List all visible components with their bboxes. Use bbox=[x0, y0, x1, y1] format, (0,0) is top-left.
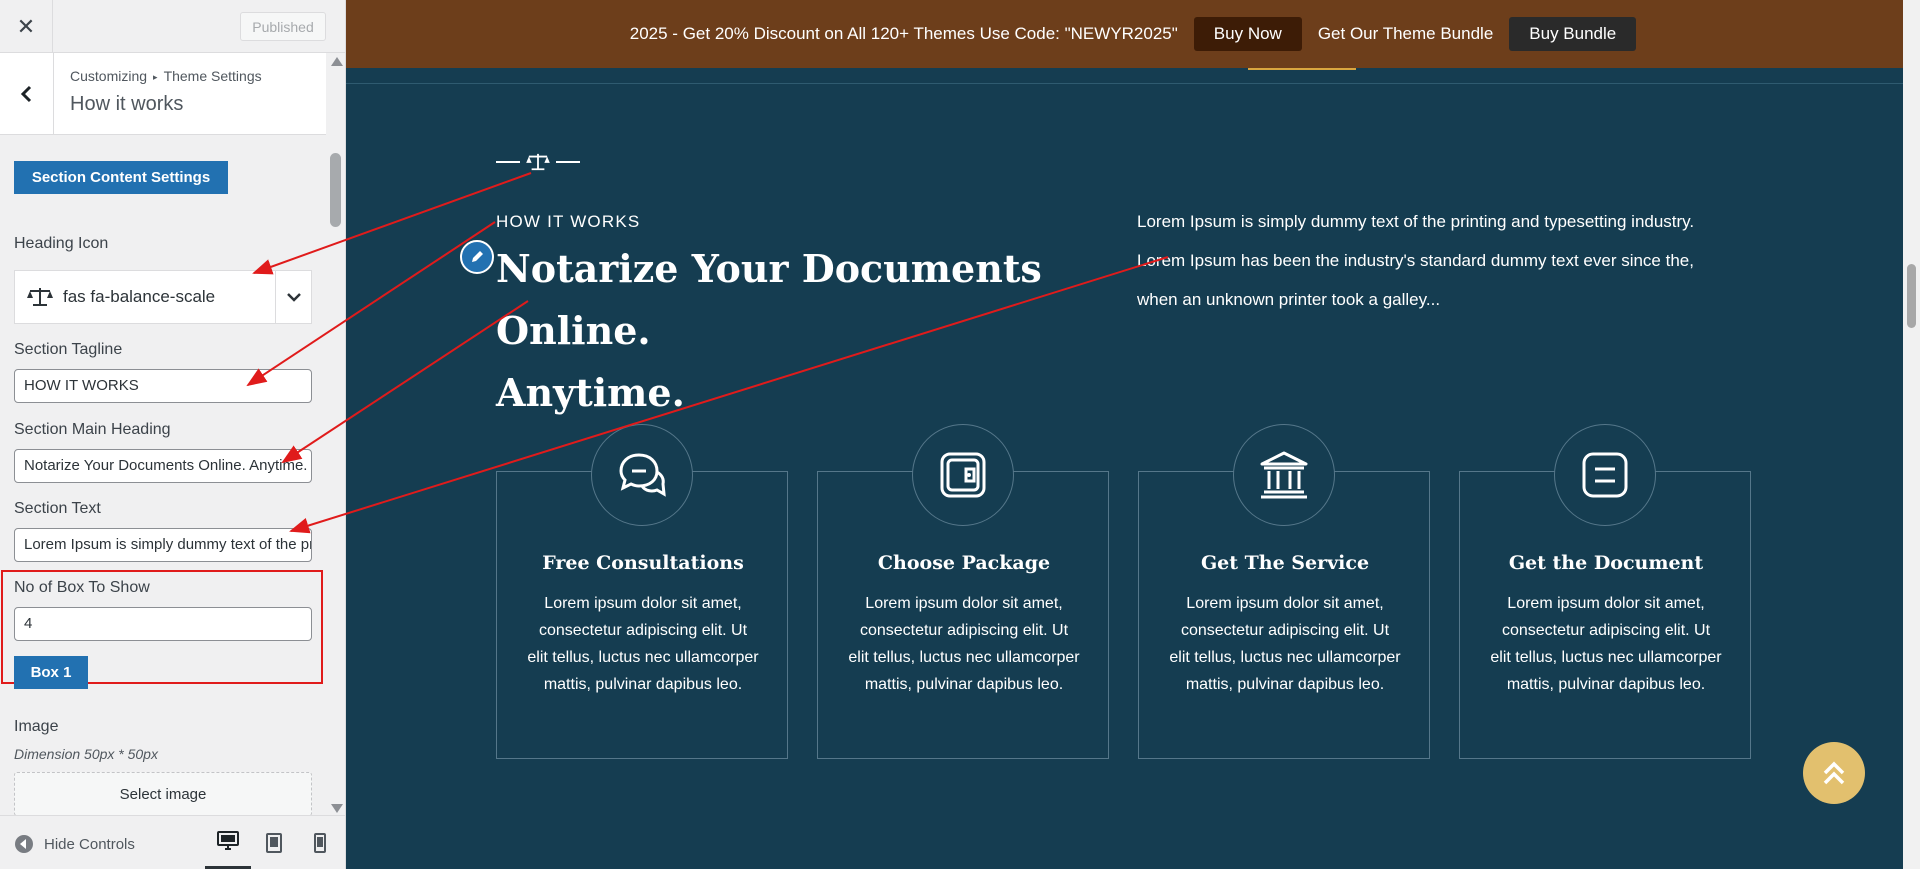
feature-icon-circle bbox=[1554, 424, 1656, 526]
hide-controls-label: Hide Controls bbox=[44, 835, 135, 853]
collapse-circle-icon bbox=[15, 835, 33, 853]
pencil-icon bbox=[472, 251, 483, 262]
scroll-down-arrow-icon[interactable] bbox=[331, 804, 343, 813]
section-main-heading: Notarize Your Documents Online. Anytime. bbox=[496, 238, 1096, 424]
buy-bundle-button[interactable]: Buy Bundle bbox=[1509, 17, 1637, 51]
section-main-heading-input[interactable]: Notarize Your Documents Online. Anytime. bbox=[14, 449, 312, 483]
promo-text: 2025 - Get 20% Discount on All 120+ Them… bbox=[629, 24, 1178, 43]
bundle-text: Get Our Theme Bundle bbox=[1317, 24, 1494, 43]
select-image-button[interactable]: Select image bbox=[14, 772, 312, 815]
feature-text: Lorem ipsum dolor sit amet, consectetur … bbox=[1490, 595, 1722, 693]
panel-title: How it works bbox=[70, 93, 184, 115]
feature-icon-circle bbox=[591, 424, 693, 526]
panel-content: Section Content Settings Heading Icon fa… bbox=[0, 135, 326, 815]
bank-icon bbox=[1260, 451, 1308, 499]
buy-now-button[interactable]: Buy Now bbox=[1193, 17, 1302, 51]
device-desktop-button[interactable] bbox=[205, 816, 251, 869]
section-text-label: Section Text bbox=[14, 500, 101, 517]
section-text: Lorem Ipsum is simply dummy text of the … bbox=[1137, 202, 1757, 319]
feature-icon-circle bbox=[1233, 424, 1335, 526]
header-strip bbox=[346, 68, 1920, 84]
feature-text: Lorem ipsum dolor sit amet, consectetur … bbox=[527, 595, 759, 693]
scroll-up-arrow-icon[interactable] bbox=[331, 57, 343, 66]
section-text-input[interactable]: Lorem Ipsum is simply dummy text of the … bbox=[14, 528, 312, 562]
customizer-topbar: ✕ Published bbox=[0, 0, 345, 53]
section-tagline-label: Section Tagline bbox=[14, 341, 123, 358]
close-icon: ✕ bbox=[16, 13, 36, 39]
heading-icon-label: Heading Icon bbox=[14, 235, 109, 252]
box-count-label: No of Box To Show bbox=[14, 579, 150, 596]
section-text-line-2: Lorem Ipsum has been the industry's stan… bbox=[1137, 251, 1694, 270]
panel-header: Customizing ▸ Theme Settings How it works bbox=[0, 53, 326, 135]
section-heading-icon bbox=[496, 152, 580, 172]
feature-title: Free Consultations bbox=[542, 552, 744, 574]
section-text-line-1: Lorem Ipsum is simply dummy text of the … bbox=[1137, 212, 1695, 231]
double-chevron-up-icon bbox=[1823, 761, 1845, 785]
edit-shortcut-button[interactable] bbox=[460, 240, 494, 274]
sidebar-scroll-thumb[interactable] bbox=[330, 153, 341, 227]
promo-bar: 2025 - Get 20% Discount on All 120+ Them… bbox=[346, 0, 1920, 68]
section-main-heading-label: Section Main Heading bbox=[14, 421, 171, 438]
breadcrumb-root: Customizing bbox=[70, 68, 148, 84]
customizer-footer: Hide Controls bbox=[0, 815, 345, 869]
breadcrumb-parent: Theme Settings bbox=[163, 68, 262, 84]
chevron-left-icon bbox=[20, 85, 31, 103]
device-tablet-button[interactable] bbox=[251, 816, 297, 869]
header-accent-line bbox=[1248, 68, 1356, 70]
device-mobile-button[interactable] bbox=[297, 816, 343, 869]
scroll-to-top-button[interactable] bbox=[1803, 742, 1865, 804]
chevron-down-icon bbox=[286, 293, 301, 302]
close-button[interactable]: ✕ bbox=[0, 0, 53, 53]
section-tagline: HOW IT WORKS bbox=[496, 212, 641, 231]
balance-scale-icon bbox=[526, 153, 550, 171]
heading-icon-line-left bbox=[496, 161, 520, 163]
breadcrumb-separator-icon: ▸ bbox=[153, 72, 158, 82]
heading-line-2: Anytime. bbox=[496, 370, 685, 415]
preview-scroll-thumb[interactable] bbox=[1907, 264, 1916, 328]
image-label: Image bbox=[14, 718, 59, 735]
box-1-button[interactable]: Box 1 bbox=[14, 656, 88, 689]
wallet-icon bbox=[940, 452, 986, 498]
chat-bubbles-icon bbox=[619, 453, 666, 497]
tablet-icon bbox=[266, 833, 282, 853]
heading-line-1: Notarize Your Documents Online. bbox=[496, 246, 1042, 353]
image-dimension-note: Dimension 50px * 50px bbox=[14, 746, 158, 762]
breadcrumb: Customizing ▸ Theme Settings bbox=[70, 68, 262, 84]
customizer-sidebar: ✕ Published Customizing ▸ Theme Settings H… bbox=[0, 0, 346, 869]
desktop-icon bbox=[217, 831, 239, 850]
back-button[interactable] bbox=[0, 53, 54, 135]
section-tagline-input[interactable]: HOW IT WORKS bbox=[14, 369, 312, 403]
mobile-icon bbox=[314, 833, 326, 853]
site-preview: 2025 - Get 20% Discount on All 120+ Them… bbox=[346, 0, 1920, 869]
heading-icon-line-right bbox=[556, 161, 580, 163]
box-count-input[interactable]: 4 bbox=[14, 607, 312, 641]
section-content-settings-button[interactable]: Section Content Settings bbox=[14, 161, 228, 194]
feature-text: Lorem ipsum dolor sit amet, consectetur … bbox=[848, 595, 1080, 693]
hide-controls-button[interactable]: Hide Controls bbox=[14, 834, 135, 854]
feature-title: Get the Document bbox=[1508, 552, 1704, 574]
heading-icon-dropdown[interactable] bbox=[275, 271, 311, 323]
feature-title: Get The Service bbox=[1200, 552, 1370, 574]
feature-text: Lorem ipsum dolor sit amet, consectetur … bbox=[1169, 595, 1401, 693]
feature-title: Choose Package bbox=[877, 552, 1051, 574]
document-icon bbox=[1582, 452, 1628, 498]
heading-icon-value: fas fa-balance-scale bbox=[63, 287, 216, 306]
feature-icon-circle bbox=[912, 424, 1014, 526]
section-text-line-3: when an unknown printer took a galley... bbox=[1137, 290, 1441, 309]
publish-button[interactable]: Published bbox=[240, 12, 326, 41]
preview-scrollbar[interactable] bbox=[1903, 0, 1920, 869]
balance-scale-icon bbox=[27, 288, 53, 306]
heading-icon-select[interactable]: fas fa-balance-scale bbox=[14, 270, 312, 324]
sidebar-scrollbar[interactable] bbox=[326, 53, 345, 815]
